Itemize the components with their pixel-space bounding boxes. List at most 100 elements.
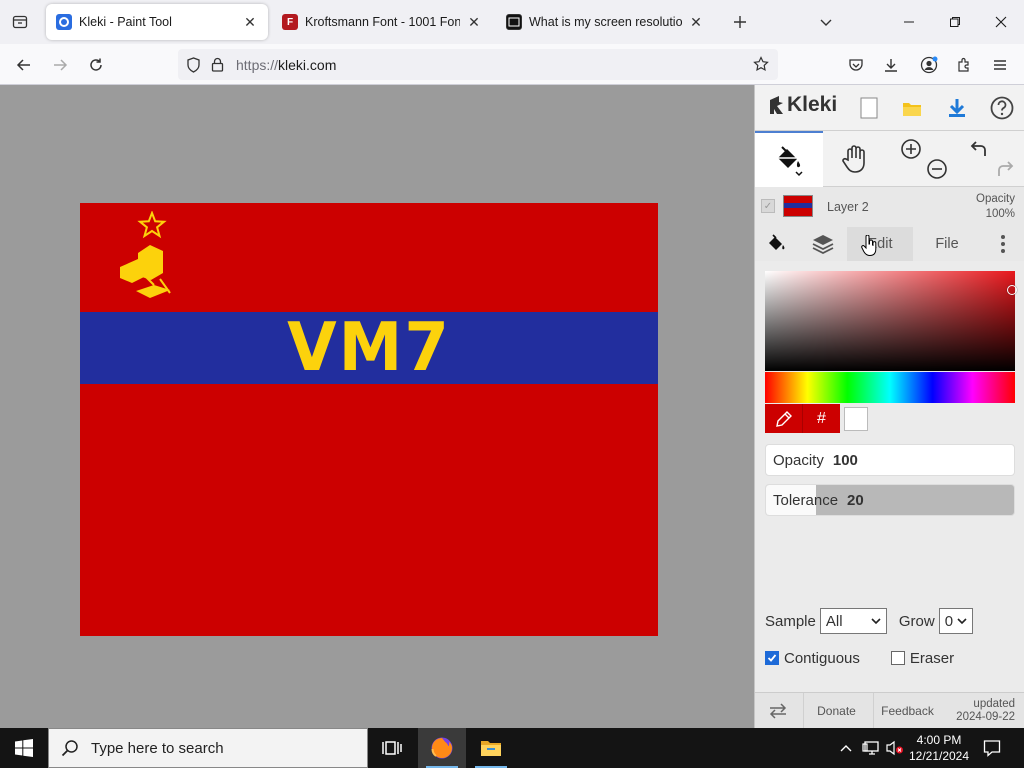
grow-select[interactable]: 0 <box>938 608 973 634</box>
color-picker-handle[interactable] <box>1007 285 1017 295</box>
color-saturation-value-picker[interactable] <box>765 271 1015 371</box>
tool-bar <box>755 131 1024 187</box>
new-tab-icon[interactable] <box>728 10 752 34</box>
firefox-taskbar-icon[interactable] <box>418 728 466 768</box>
hand-tool-icon[interactable] <box>839 143 871 175</box>
layers-icon <box>812 235 834 255</box>
address-bar[interactable]: https://kleki.com <box>178 49 778 80</box>
hex-input-button[interactable]: # <box>803 404 840 433</box>
opacity-value: 100 <box>832 451 858 469</box>
task-view-icon[interactable] <box>368 728 416 768</box>
tab-tool-settings[interactable] <box>755 227 799 261</box>
forward-icon[interactable] <box>47 52 73 78</box>
restore-icon[interactable] <box>932 0 978 44</box>
secondary-color-swatch[interactable] <box>844 407 868 431</box>
contiguous-checkbox[interactable] <box>765 651 779 665</box>
emblem-icon <box>120 211 171 298</box>
tab-layers[interactable] <box>803 227 843 261</box>
contiguous-label: Contiguous <box>784 649 860 667</box>
close-icon[interactable]: ✕ <box>688 14 704 30</box>
tab-screen-resolution[interactable]: What is my screen resolution - ✕ <box>496 4 714 40</box>
download-icon[interactable] <box>878 52 904 78</box>
reload-icon[interactable] <box>83 52 109 78</box>
open-folder-icon[interactable] <box>896 92 928 124</box>
clock-date: 12/21/2024 <box>908 749 970 763</box>
pocket-icon[interactable] <box>843 52 869 78</box>
hue-slider[interactable] <box>765 372 1015 403</box>
layer-opacity: Opacity 100% <box>976 193 1015 220</box>
taskbar-search-box[interactable]: Type here to search <box>48 728 368 768</box>
panel-tabs: Edit File <box>755 227 1024 261</box>
sample-grow-row: Sample All Grow 0 <box>765 607 1015 635</box>
layer-name: Layer 2 <box>827 200 869 214</box>
tray-chevron-up-icon[interactable] <box>836 728 856 768</box>
zoom-out-icon[interactable] <box>921 153 953 185</box>
clock-time: 4:00 PM <box>916 733 962 747</box>
sample-label: Sample <box>765 612 816 630</box>
drawing-canvas-area[interactable]: VM7 <box>0 85 754 728</box>
tolerance-slider[interactable]: Tolerance 20 <box>765 484 1015 516</box>
network-icon[interactable] <box>860 728 884 768</box>
layer-row[interactable]: ✓ Layer 2 Opacity 100% <box>755 187 1024 227</box>
bookmark-star-icon[interactable] <box>750 53 772 75</box>
menu-icon[interactable] <box>987 52 1013 78</box>
tab-title: Kroftsmann Font - 1001 Fonts <box>305 15 460 29</box>
close-icon[interactable]: ✕ <box>466 14 482 30</box>
navigation-bar: https://kleki.com <box>0 44 1024 85</box>
back-icon[interactable] <box>11 52 37 78</box>
tab-title: Kleki - Paint Tool <box>79 15 172 29</box>
opacity-label: Opacity <box>773 451 824 469</box>
paint-bucket-icon <box>769 234 785 250</box>
tolerance-value: 20 <box>847 491 864 509</box>
sample-select[interactable]: All <box>819 608 887 634</box>
search-icon <box>61 740 78 757</box>
flag-canvas[interactable]: VM7 <box>80 203 658 636</box>
layer-visibility-checkbox[interactable]: ✓ <box>761 199 775 213</box>
opacity-slider[interactable]: Opacity 100 <box>765 444 1015 476</box>
notifications-icon[interactable] <box>978 728 1006 768</box>
layer-thumbnail <box>783 195 813 217</box>
tolerance-label: Tolerance <box>773 491 839 509</box>
volume-muted-icon[interactable] <box>884 728 906 768</box>
more-options-icon[interactable] <box>991 227 1015 261</box>
tab-file[interactable]: File <box>915 227 979 261</box>
extensions-icon[interactable] <box>951 52 977 78</box>
fonts-favicon: F <box>282 14 298 30</box>
swap-sides-icon[interactable] <box>755 693 801 729</box>
donate-button[interactable]: Donate <box>803 693 869 729</box>
flag-text: VM7 <box>287 309 451 387</box>
chevron-down-icon <box>957 618 967 625</box>
account-icon[interactable] <box>916 52 942 78</box>
lock-icon[interactable] <box>206 54 228 76</box>
windows-start-icon[interactable] <box>0 728 48 768</box>
checkbox-row: Contiguous Eraser <box>765 647 1015 669</box>
windows-taskbar: Type here to search 4:00 PM 12/21/2024 <box>0 728 1024 768</box>
save-download-icon[interactable] <box>941 92 973 124</box>
help-icon[interactable] <box>986 92 1018 124</box>
new-image-icon[interactable] <box>853 92 885 124</box>
eyedropper-button[interactable] <box>765 404 803 433</box>
feedback-button[interactable]: Feedback <box>873 693 941 729</box>
chevron-down-icon[interactable] <box>814 10 838 34</box>
shield-icon[interactable] <box>182 54 204 76</box>
file-explorer-icon[interactable] <box>467 728 515 768</box>
panel-footer: Donate Feedback updated 2024-09-22 <box>755 692 1024 729</box>
close-icon[interactable]: ✕ <box>242 14 258 30</box>
minimize-icon[interactable] <box>886 0 932 44</box>
kleki-favicon <box>56 14 72 30</box>
eraser-checkbox[interactable] <box>890 651 905 665</box>
tab-title: What is my screen resolution - <box>529 15 682 29</box>
system-clock[interactable]: 4:00 PM 12/21/2024 <box>906 732 972 764</box>
tab-kleki[interactable]: Kleki - Paint Tool ✕ <box>46 4 268 40</box>
updated-info: updated 2024-09-22 <box>956 698 1015 723</box>
eraser-label: Eraser <box>909 649 955 667</box>
tab-overview-icon[interactable] <box>8 10 32 34</box>
tab-edit[interactable]: Edit <box>847 227 913 261</box>
kleki-logo[interactable]: Kleki <box>767 93 837 117</box>
paint-bucket-tool[interactable] <box>755 131 823 187</box>
tab-kroftsmann[interactable]: F Kroftsmann Font - 1001 Fonts ✕ <box>272 4 492 40</box>
paint-bucket-icon <box>778 146 803 177</box>
redo-icon[interactable] <box>989 153 1021 185</box>
browser-tab-strip: Kleki - Paint Tool ✕ F Kroftsmann Font -… <box>0 0 1024 44</box>
close-window-icon[interactable] <box>978 0 1024 44</box>
